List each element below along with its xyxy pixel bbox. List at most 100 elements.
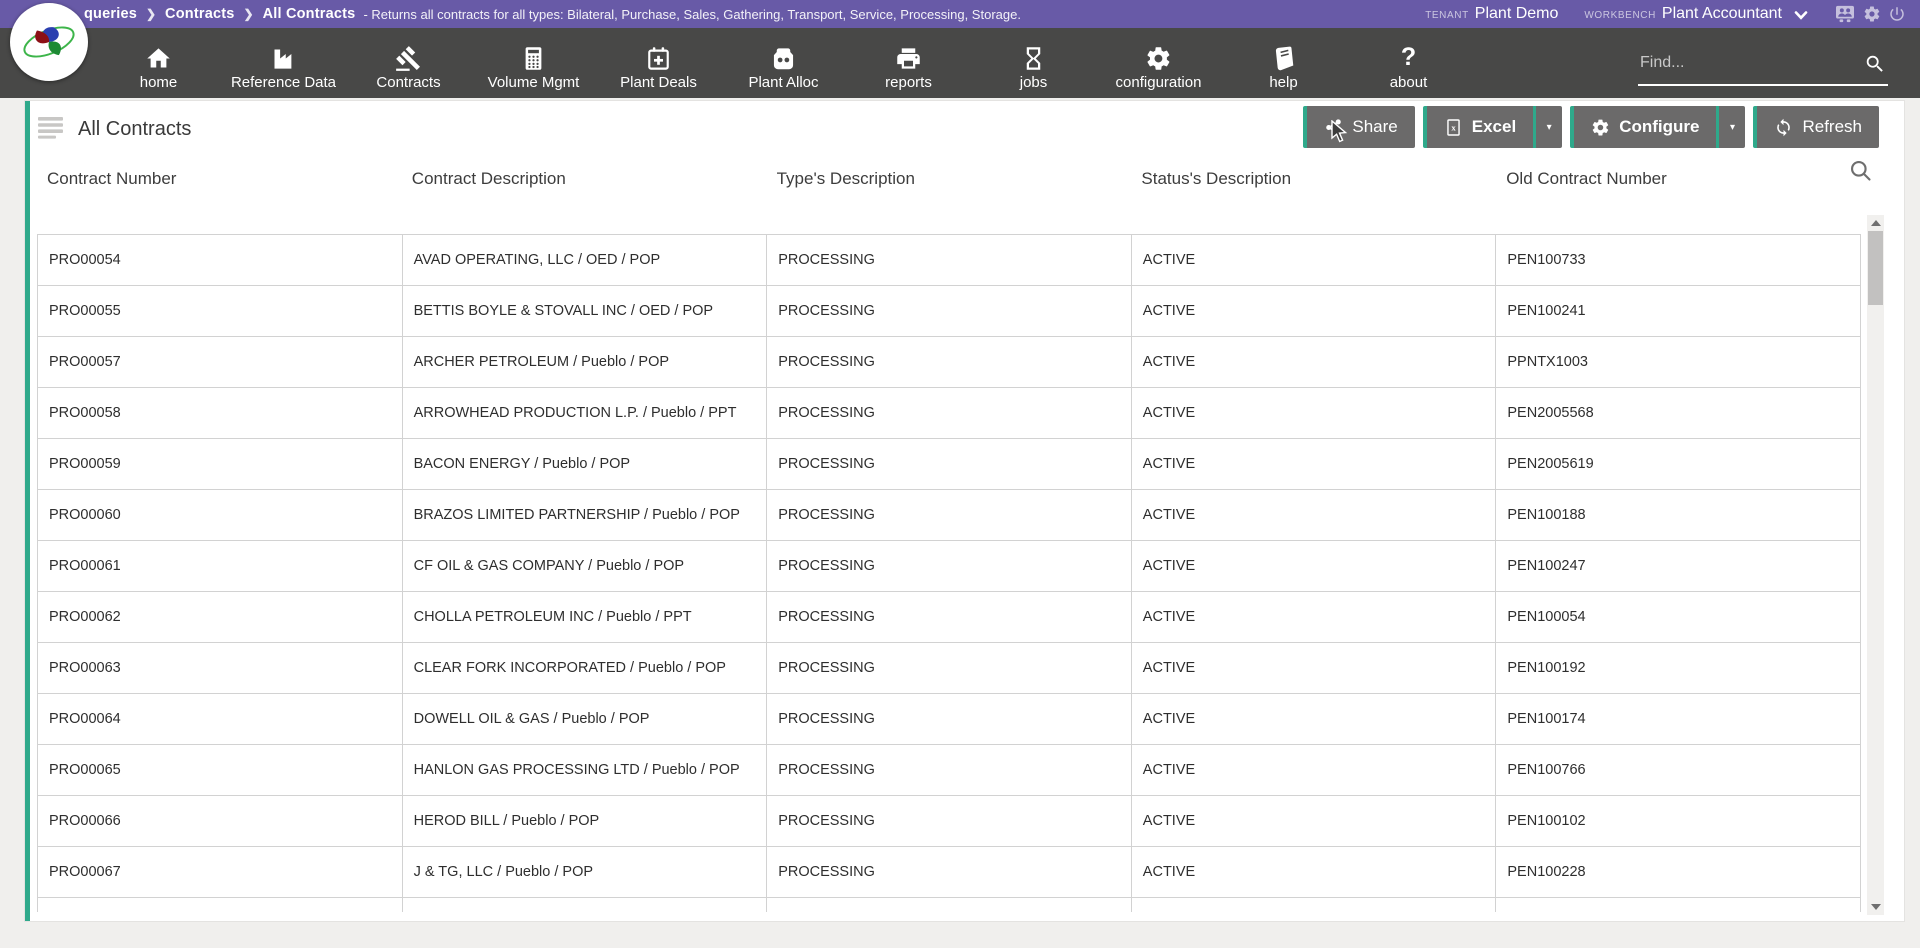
nav-item-reports[interactable]: reports xyxy=(846,28,971,98)
gear-icon xyxy=(1145,42,1172,72)
search-icon[interactable] xyxy=(1864,53,1886,80)
screen-users-icon[interactable] xyxy=(1834,5,1856,23)
grid-cell: HANLON GAS PROCESSING LTD / Pueblo / POP xyxy=(403,745,768,795)
column-header[interactable]: Contract Description xyxy=(402,169,767,189)
grid-cell: PEN100192 xyxy=(1496,643,1861,693)
grid-cell: PROCESSING xyxy=(767,694,1132,744)
table-row[interactable]: PRO00059BACON ENERGY / Pueblo / POPPROCE… xyxy=(37,439,1861,490)
grid-cell: PEN100228 xyxy=(1496,847,1861,897)
table-row[interactable]: PRO00060BRAZOS LIMITED PARTNERSHIP / Pue… xyxy=(37,490,1861,541)
grid-cell: PROCESSING xyxy=(767,541,1132,591)
nav-item-contracts[interactable]: Contracts xyxy=(346,28,471,98)
grid-cell: ACTIVE xyxy=(1132,439,1497,489)
scroll-up-arrow[interactable] xyxy=(1867,215,1884,231)
breadcrumb-separator: ❯ xyxy=(244,7,254,21)
table-row[interactable]: PRO00063CLEAR FORK INCORPORATED / Pueblo… xyxy=(37,643,1861,694)
grid-cell: ACTIVE xyxy=(1132,337,1497,387)
grid-cell: BACON ENERGY / Pueblo / POP xyxy=(403,439,768,489)
grid-cell: PROCESSING xyxy=(767,847,1132,897)
nav-item-reference-data[interactable]: Reference Data xyxy=(221,28,346,98)
refresh-button[interactable]: Refresh xyxy=(1753,106,1879,148)
grid-cell: BETTIS BOYLE & STOVALL INC / OED / POP xyxy=(403,286,768,336)
grid-cell: PRO00061 xyxy=(38,541,403,591)
find-input[interactable] xyxy=(1638,46,1843,80)
tenant-label: TENANT xyxy=(1425,10,1469,21)
nav-item-plant-alloc[interactable]: Plant Alloc xyxy=(721,28,846,98)
nav-item-help[interactable]: help xyxy=(1221,28,1346,98)
grid-cell: ACTIVE xyxy=(1132,796,1497,846)
top-bar: queries ❯ Contracts ❯ All Contracts - Re… xyxy=(0,0,1920,28)
scrollbar-thumb[interactable] xyxy=(1868,231,1883,305)
grid-cell xyxy=(38,898,403,912)
grid-cell: PRO00059 xyxy=(38,439,403,489)
grid-cell: ACTIVE xyxy=(1132,643,1497,693)
grid-cell: PRO00064 xyxy=(38,694,403,744)
grid-cell: HEROD BILL / Pueblo / POP xyxy=(403,796,768,846)
table-row[interactable]: PRO00064DOWELL OIL & GAS / Pueblo / POPP… xyxy=(37,694,1861,745)
grid-cell: AVAD OPERATING, LLC / OED / POP xyxy=(403,235,768,285)
grid-cell: PEN100733 xyxy=(1496,235,1861,285)
grid-cell: PROCESSING xyxy=(767,745,1132,795)
grid-cell: PEN100102 xyxy=(1496,796,1861,846)
grid-cell: PROCESSING xyxy=(767,643,1132,693)
gear-icon[interactable] xyxy=(1863,5,1881,23)
column-header[interactable]: Old Contract Number xyxy=(1496,169,1861,189)
workbench-label: WORKBENCH xyxy=(1584,10,1656,21)
factory-icon xyxy=(270,42,297,72)
table-row[interactable]: PRO00065HANLON GAS PROCESSING LTD / Pueb… xyxy=(37,745,1861,796)
grid-cell: PROCESSING xyxy=(767,592,1132,642)
table-row[interactable]: PRO00062CHOLLA PETROLEUM INC / Pueblo / … xyxy=(37,592,1861,643)
grid-body: PRO00054AVAD OPERATING, LLC / OED / POPP… xyxy=(37,234,1861,912)
nav-item-configuration[interactable]: configuration xyxy=(1096,28,1221,98)
nav-item-about[interactable]: ? about xyxy=(1346,28,1471,98)
question-icon: ? xyxy=(1401,42,1416,72)
grid-cell: ACTIVE xyxy=(1132,847,1497,897)
grid-cell: PROCESSING xyxy=(767,388,1132,438)
grid-cell xyxy=(1132,898,1497,912)
grid-cell: ACTIVE xyxy=(1132,235,1497,285)
column-header[interactable]: Type's Description xyxy=(767,169,1132,189)
table-row[interactable]: PRO00058ARROWHEAD PRODUCTION L.P. / Pueb… xyxy=(37,388,1861,439)
configure-dropdown-caret[interactable]: ▾ xyxy=(1716,106,1745,148)
grid-cell: PEN100188 xyxy=(1496,490,1861,540)
column-header[interactable]: Status's Description xyxy=(1131,169,1496,189)
table-row[interactable]: PRO00067J & TG, LLC / Pueblo / POPPROCES… xyxy=(37,847,1861,898)
toolbar-buttons: Share x Excel ▾ Configure ▾ Refresh xyxy=(1303,106,1879,148)
grid-cell: PROCESSING xyxy=(767,235,1132,285)
configure-button[interactable]: Configure xyxy=(1570,106,1716,148)
table-row[interactable]: PRO00054AVAD OPERATING, LLC / OED / POPP… xyxy=(37,235,1861,286)
nav-item-plant-deals[interactable]: Plant Deals xyxy=(596,28,721,98)
grid-cell: PRO00062 xyxy=(38,592,403,642)
grid-cell: PRO00067 xyxy=(38,847,403,897)
panel-accent-bar xyxy=(25,101,30,921)
table-row[interactable]: PRO00055BETTIS BOYLE & STOVALL INC / OED… xyxy=(37,286,1861,337)
table-row[interactable]: PRO00061CF OIL & GAS COMPANY / Pueblo / … xyxy=(37,541,1861,592)
workbench-selector[interactable]: WORKBENCH Plant Accountant xyxy=(1584,5,1808,23)
grid-cell: J & TG, LLC / Pueblo / POP xyxy=(403,847,768,897)
vertical-scrollbar[interactable] xyxy=(1867,215,1884,915)
grid-cell: ACTIVE xyxy=(1132,490,1497,540)
breadcrumb-contracts[interactable]: Contracts xyxy=(165,6,234,22)
scroll-down-arrow[interactable] xyxy=(1867,899,1884,915)
table-row-partial xyxy=(37,898,1861,912)
main-nav: home Reference Data Contracts Vo xyxy=(0,28,1920,98)
excel-button[interactable]: x Excel xyxy=(1423,106,1533,148)
grid-cell: PRO00058 xyxy=(38,388,403,438)
table-row[interactable]: PRO00057ARCHER PETROLEUM / Pueblo / POPP… xyxy=(37,337,1861,388)
grid-cell: PPNTX1003 xyxy=(1496,337,1861,387)
printer-icon xyxy=(895,42,922,72)
excel-dropdown-caret[interactable]: ▾ xyxy=(1533,106,1562,148)
nav-item-jobs[interactable]: jobs xyxy=(971,28,1096,98)
nav-item-volume-mgmt[interactable]: Volume Mgmt xyxy=(471,28,596,98)
breadcrumb-separator: ❯ xyxy=(146,7,156,21)
app-logo[interactable] xyxy=(10,3,88,81)
calculator-icon xyxy=(520,42,547,72)
breadcrumb-all-contracts[interactable]: All Contracts xyxy=(263,6,356,22)
breadcrumb-queries[interactable]: queries xyxy=(84,6,137,22)
share-button[interactable]: Share xyxy=(1303,106,1414,148)
grid-cell: PRO00063 xyxy=(38,643,403,693)
column-header[interactable]: Contract Number xyxy=(37,169,402,189)
table-row[interactable]: PRO00066HEROD BILL / Pueblo / POPPROCESS… xyxy=(37,796,1861,847)
power-icon[interactable] xyxy=(1888,5,1906,23)
nav-item-home[interactable]: home xyxy=(96,28,221,98)
